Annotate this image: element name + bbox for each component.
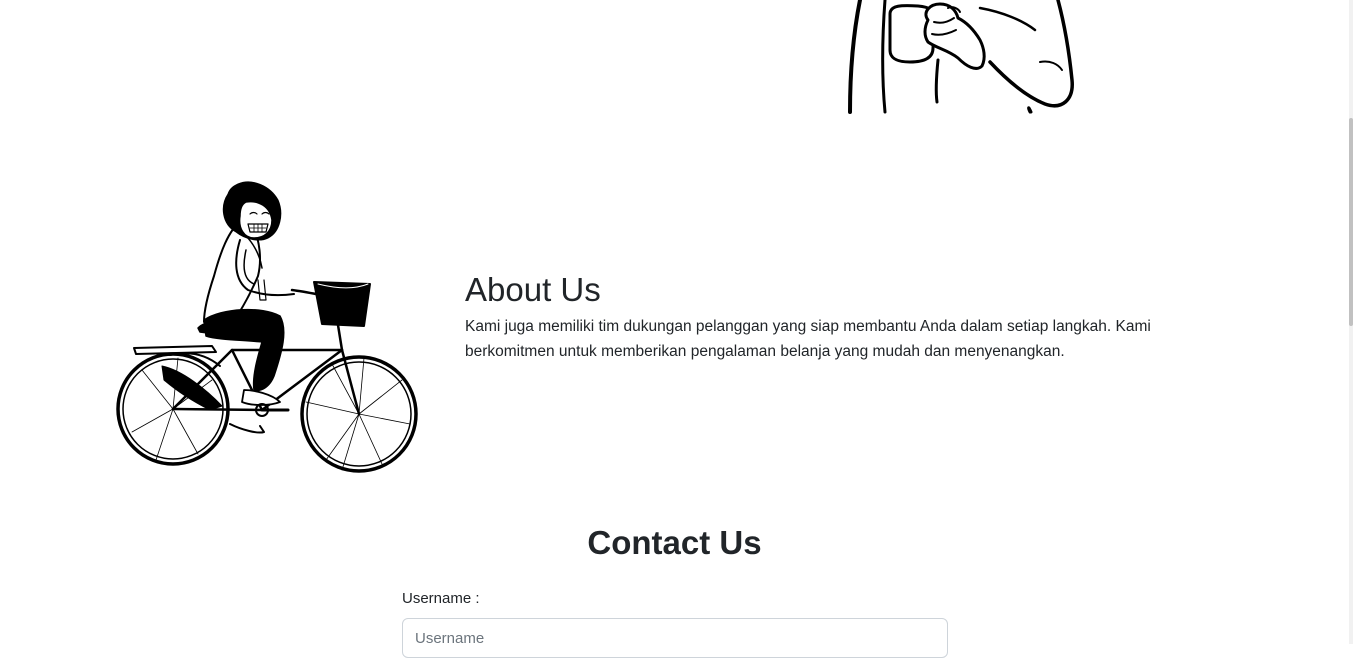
username-label: Username : (402, 590, 480, 607)
person-holding-mug-illustration (848, 0, 1074, 114)
scrollbar-thumb[interactable] (1349, 118, 1353, 326)
about-title: About Us (465, 271, 601, 308)
about-description: Kami juga memiliki tim dukungan pelangga… (465, 318, 1151, 360)
page-scrollbar[interactable] (1349, 0, 1353, 644)
contact-title: Contact Us (587, 524, 762, 561)
username-input[interactable] (402, 618, 948, 658)
woman-riding-bicycle-illustration (116, 181, 418, 473)
